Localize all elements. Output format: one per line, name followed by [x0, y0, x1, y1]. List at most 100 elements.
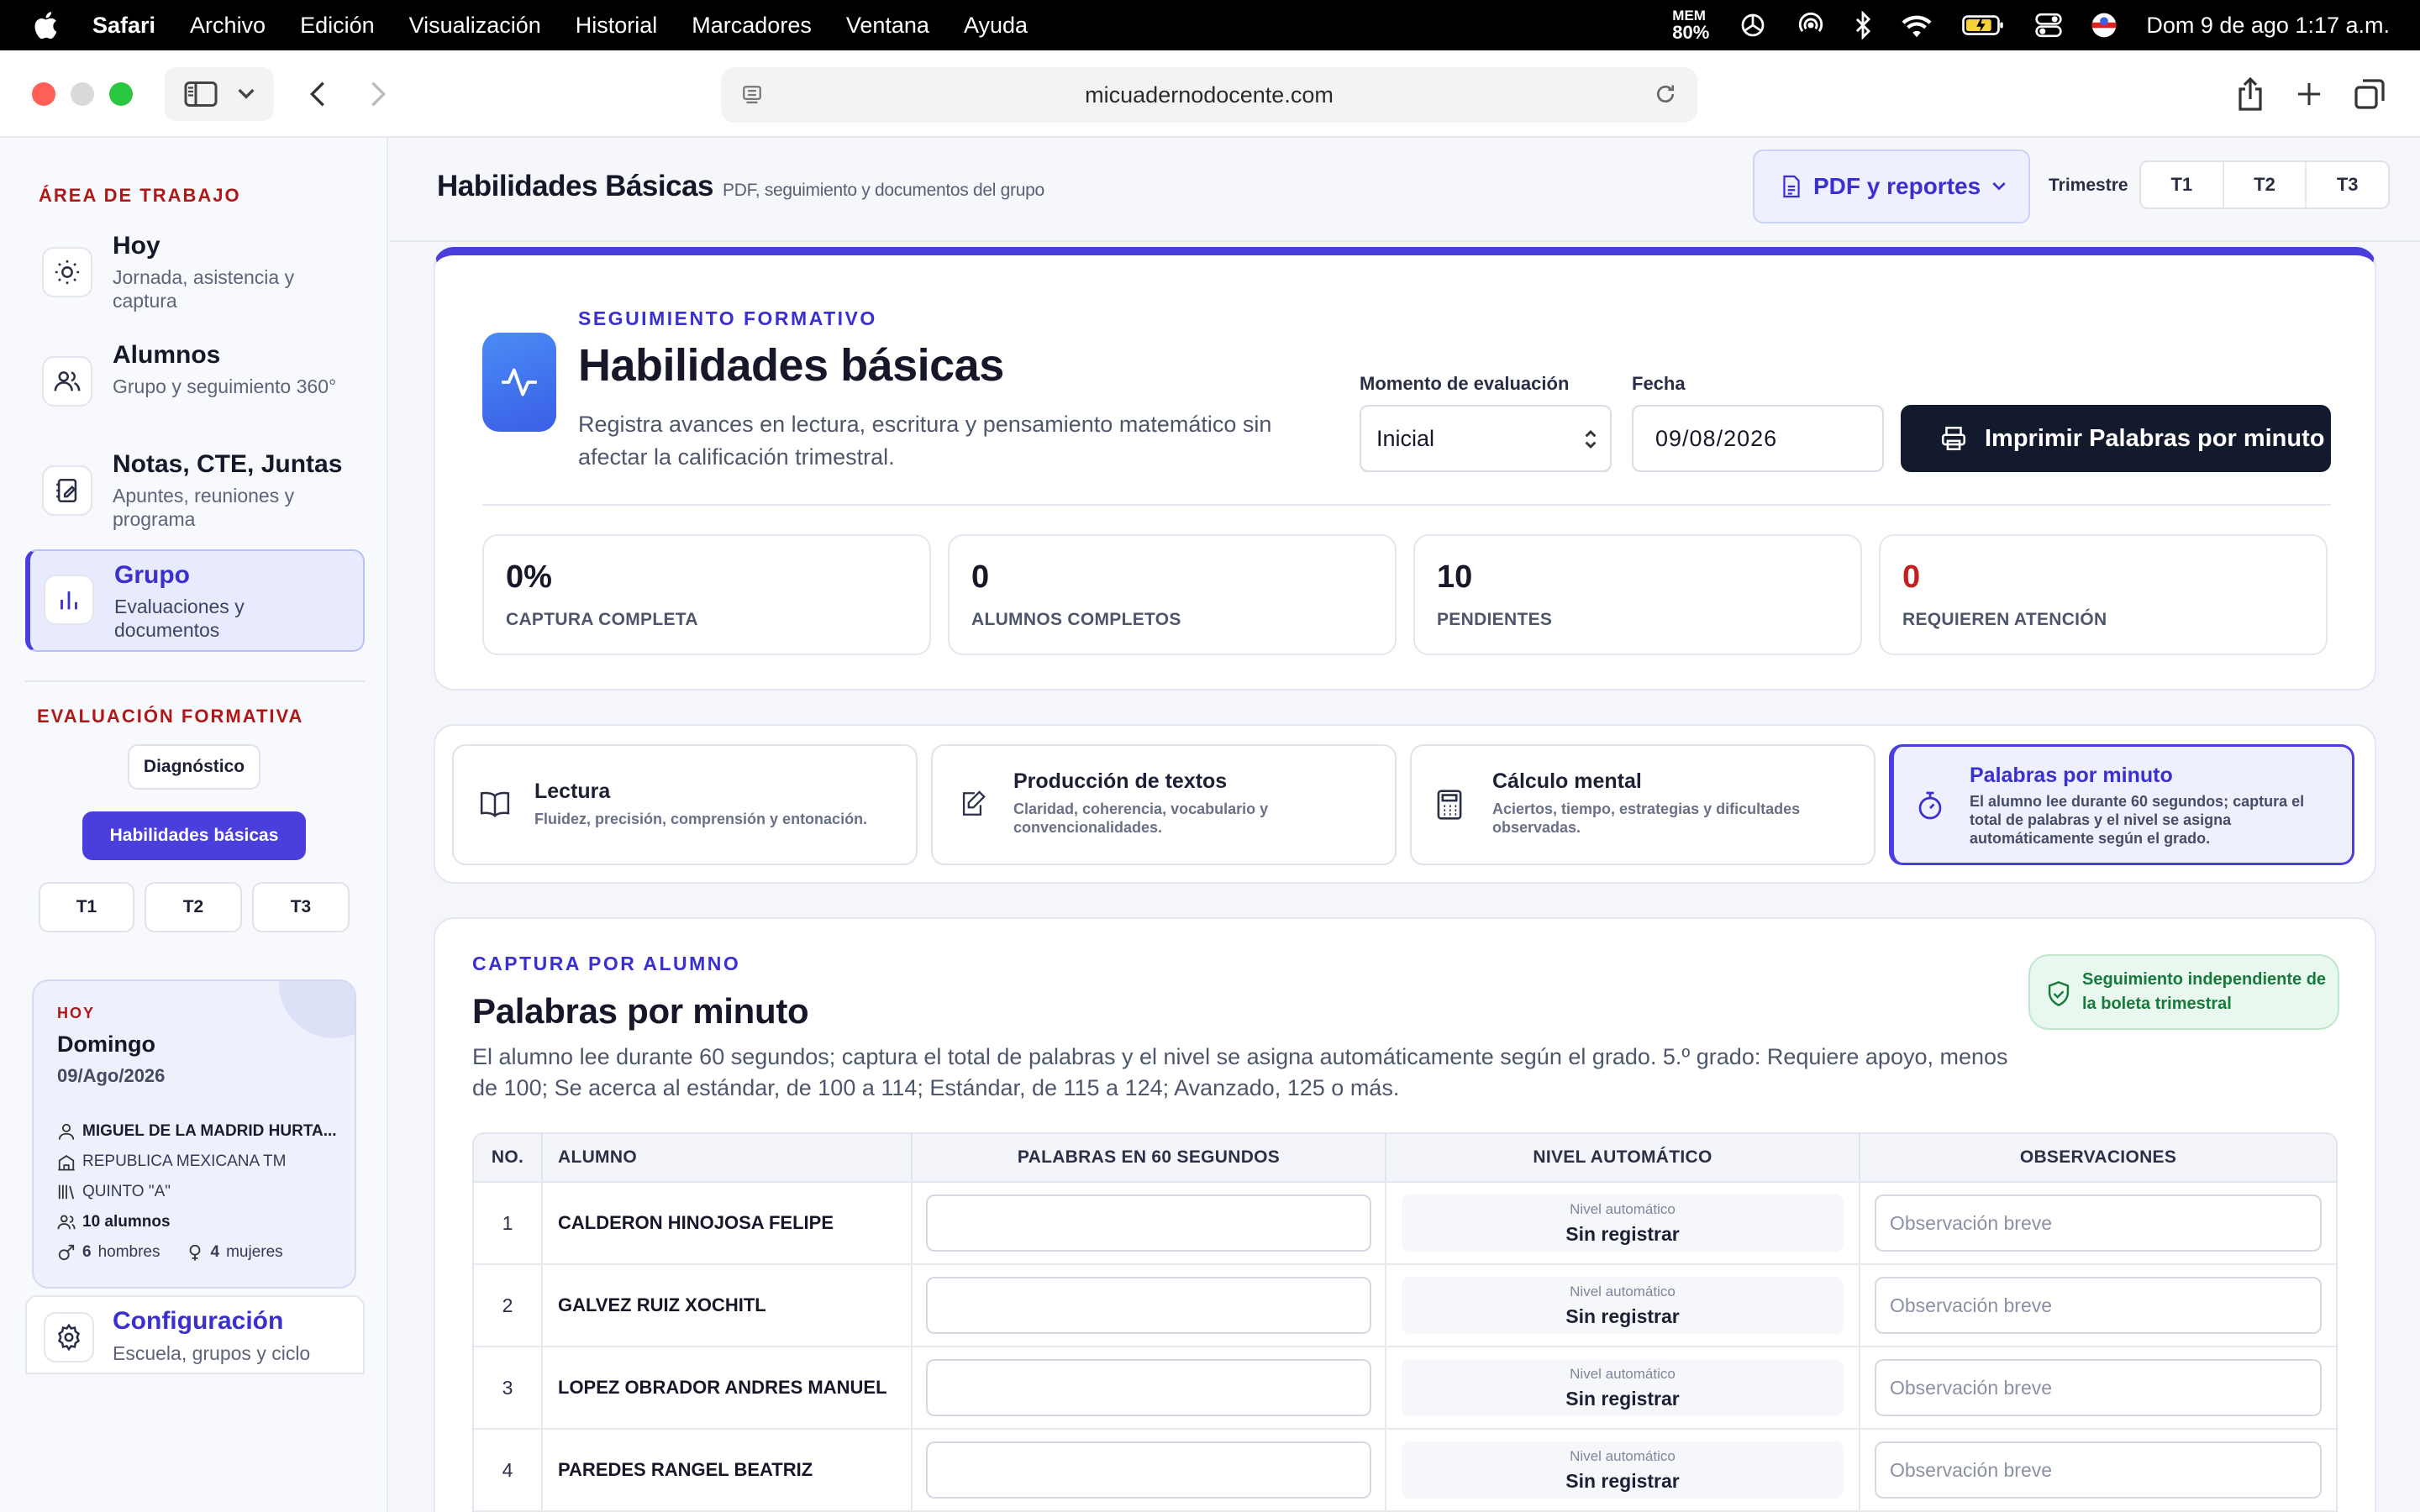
term-t3[interactable]: T3: [2307, 162, 2388, 207]
skills-tabs: Lectura Fluidez, precisión, comprensión …: [434, 724, 2376, 884]
notebook-icon: [42, 465, 92, 516]
row-number: 2: [502, 1294, 513, 1316]
sidebar-item-configuracion[interactable]: Configuración Escuela, grupos y ciclo: [25, 1295, 365, 1374]
stat-capture-complete: 0% CAPTURA COMPLETA: [482, 534, 931, 655]
observation-input[interactable]: [1875, 1194, 2322, 1252]
moment-select[interactable]: Inicial: [1360, 405, 1612, 472]
battery-icon[interactable]: [1961, 13, 2007, 37]
sidebar-item-hoy[interactable]: Hoy Jornada, asistencia y captura: [25, 222, 365, 318]
new-tab-button[interactable]: [2291, 76, 2328, 113]
observation-input[interactable]: [1875, 1277, 2322, 1334]
skill-tab-palabras[interactable]: Palabras por minuto El alumno lee durant…: [1889, 744, 2354, 865]
airdrop-icon[interactable]: [1797, 11, 1825, 39]
sidebar-term-t3[interactable]: T3: [252, 882, 350, 932]
skill-title: Palabras por minuto: [1970, 764, 2173, 787]
macos-menu-bar: Safari Archivo Edición Visualización His…: [0, 0, 2420, 50]
stat-pending: 10 PENDIENTES: [1413, 534, 1862, 655]
back-button[interactable]: [301, 74, 334, 114]
independent-tracking-badge: Seguimiento independiente de la boleta t…: [2028, 954, 2339, 1030]
student-name: LOPEZ OBRADOR ANDRES MANUEL: [558, 1377, 887, 1398]
capture-card: CAPTURA POR ALUMNO Palabras por minuto E…: [434, 917, 2376, 1512]
female-icon: [189, 1244, 200, 1261]
edit-icon: [962, 790, 986, 816]
sidebar-term-t2[interactable]: T2: [145, 882, 242, 932]
student-name: PAREDES RANGEL BEATRIZ: [558, 1459, 813, 1480]
skill-title: Cálculo mental: [1492, 769, 1642, 793]
main-header: Habilidades Básicas PDF, seguimiento y d…: [390, 138, 2420, 242]
skill-tab-calculo[interactable]: Cálculo mental Aciertos, tiempo, estrate…: [1410, 744, 1876, 865]
students-table: NO. ALUMNO PALABRAS EN 60 SEGUNDOS NIVEL…: [472, 1132, 2338, 1512]
print-button-label: Imprimir Palabras por minuto: [1985, 424, 2325, 452]
openai-icon[interactable]: [1738, 10, 1768, 40]
observation-input[interactable]: [1875, 1359, 2322, 1416]
page-menu-icon[interactable]: [741, 84, 763, 106]
sidebar-term-t1[interactable]: T1: [39, 882, 134, 932]
window-zoom-button[interactable]: [109, 82, 133, 106]
forward-button[interactable]: [361, 74, 395, 114]
person-icon: [58, 1123, 75, 1140]
shield-check-icon: [2048, 981, 2070, 1006]
men-label: hombres: [97, 1243, 160, 1261]
control-center-icon[interactable]: [2035, 13, 2063, 38]
address-bar[interactable]: micuadernodocente.com: [721, 67, 1697, 123]
sidebar-item-notas[interactable]: Notas, CTE, Juntas Apuntes, reuniones y …: [25, 440, 365, 536]
male-icon: [58, 1244, 75, 1261]
stat-label: CAPTURA COMPLETA: [506, 610, 698, 629]
stat-value: 0: [971, 559, 990, 595]
menu-archivo[interactable]: Archivo: [190, 13, 266, 39]
document-icon: [1783, 175, 1800, 198]
clock[interactable]: Dom 9 de ago 1:17 a.m.: [2146, 13, 2390, 39]
skill-tab-lectura[interactable]: Lectura Fluidez, precisión, comprensión …: [452, 744, 918, 865]
sidebar-item-alumnos[interactable]: Alumnos Grupo y seguimiento 360°: [25, 331, 365, 427]
memory-indicator[interactable]: MEM 80%: [1672, 8, 1709, 42]
sidebar-item-grupo[interactable]: Grupo Evaluaciones y documentos: [25, 549, 365, 652]
print-button[interactable]: Imprimir Palabras por minuto: [1901, 405, 2331, 472]
reload-icon[interactable]: [1654, 82, 1677, 106]
term-t2[interactable]: T2: [2224, 162, 2307, 207]
menu-ayuda[interactable]: Ayuda: [964, 13, 1028, 39]
students-count: 10 alumnos: [82, 1213, 171, 1231]
window-close-button[interactable]: [32, 82, 55, 106]
pdf-reports-button[interactable]: PDF y reportes: [1753, 150, 2030, 223]
sidebar-item-subtitle: Jornada, asistencia y captura: [113, 266, 295, 312]
sidebar-divider: [25, 680, 365, 682]
window-minimize-button[interactable]: [71, 82, 94, 106]
calculator-icon: [1437, 790, 1462, 820]
term-t1[interactable]: T1: [2141, 162, 2224, 207]
words-input[interactable]: [926, 1277, 1371, 1334]
moment-label: Momento de evaluación: [1360, 373, 1570, 394]
chevron-down-icon: [238, 88, 255, 99]
menu-app-safari[interactable]: Safari: [92, 13, 155, 39]
menu-historial[interactable]: Historial: [576, 13, 658, 39]
words-input[interactable]: [926, 1441, 1371, 1499]
stat-value: 0: [1902, 559, 1921, 595]
capture-kicker: CAPTURA POR ALUMNO: [472, 953, 741, 974]
table-row: 4 PAREDES RANGEL BEATRIZ Nivel automátic…: [474, 1430, 2336, 1512]
share-button[interactable]: [2232, 76, 2269, 113]
menu-ventana[interactable]: Ventana: [846, 13, 929, 39]
skill-tab-produccion[interactable]: Producción de textos Claridad, coherenci…: [931, 744, 1397, 865]
women-label: mujeres: [226, 1243, 283, 1261]
wifi-icon[interactable]: [1901, 13, 1933, 38]
date-input[interactable]: 09/08/2026: [1632, 405, 1884, 472]
user-flag-icon[interactable]: [2091, 12, 2118, 39]
tab-overview-button[interactable]: [2351, 76, 2388, 113]
row-number: 1: [502, 1211, 513, 1234]
badge-text: Seguimiento independiente de la boleta t…: [2082, 970, 2327, 1013]
words-input[interactable]: [926, 1359, 1371, 1416]
sidebar-toggle-button[interactable]: [165, 67, 274, 121]
diagnostic-button[interactable]: Diagnóstico: [128, 744, 260, 790]
plus-icon: [2297, 82, 2321, 106]
sidebar-item-subtitle: Evaluaciones y documentos: [114, 596, 245, 641]
words-input[interactable]: [926, 1194, 1371, 1252]
apple-logo-icon[interactable]: [30, 8, 64, 42]
stat-label: REQUIEREN ATENCIÓN: [1902, 610, 2107, 629]
observation-input[interactable]: [1875, 1441, 2322, 1499]
bluetooth-icon[interactable]: [1854, 11, 1872, 39]
workspace-section-label: ÁREA DE TRABAJO: [39, 185, 241, 206]
menu-edicion[interactable]: Edición: [300, 13, 375, 39]
basic-skills-button[interactable]: Habilidades básicas: [82, 811, 306, 860]
menu-visualizacion[interactable]: Visualización: [409, 13, 541, 39]
students-row: 10 alumnos: [57, 1213, 171, 1231]
menu-marcadores[interactable]: Marcadores: [692, 13, 812, 39]
